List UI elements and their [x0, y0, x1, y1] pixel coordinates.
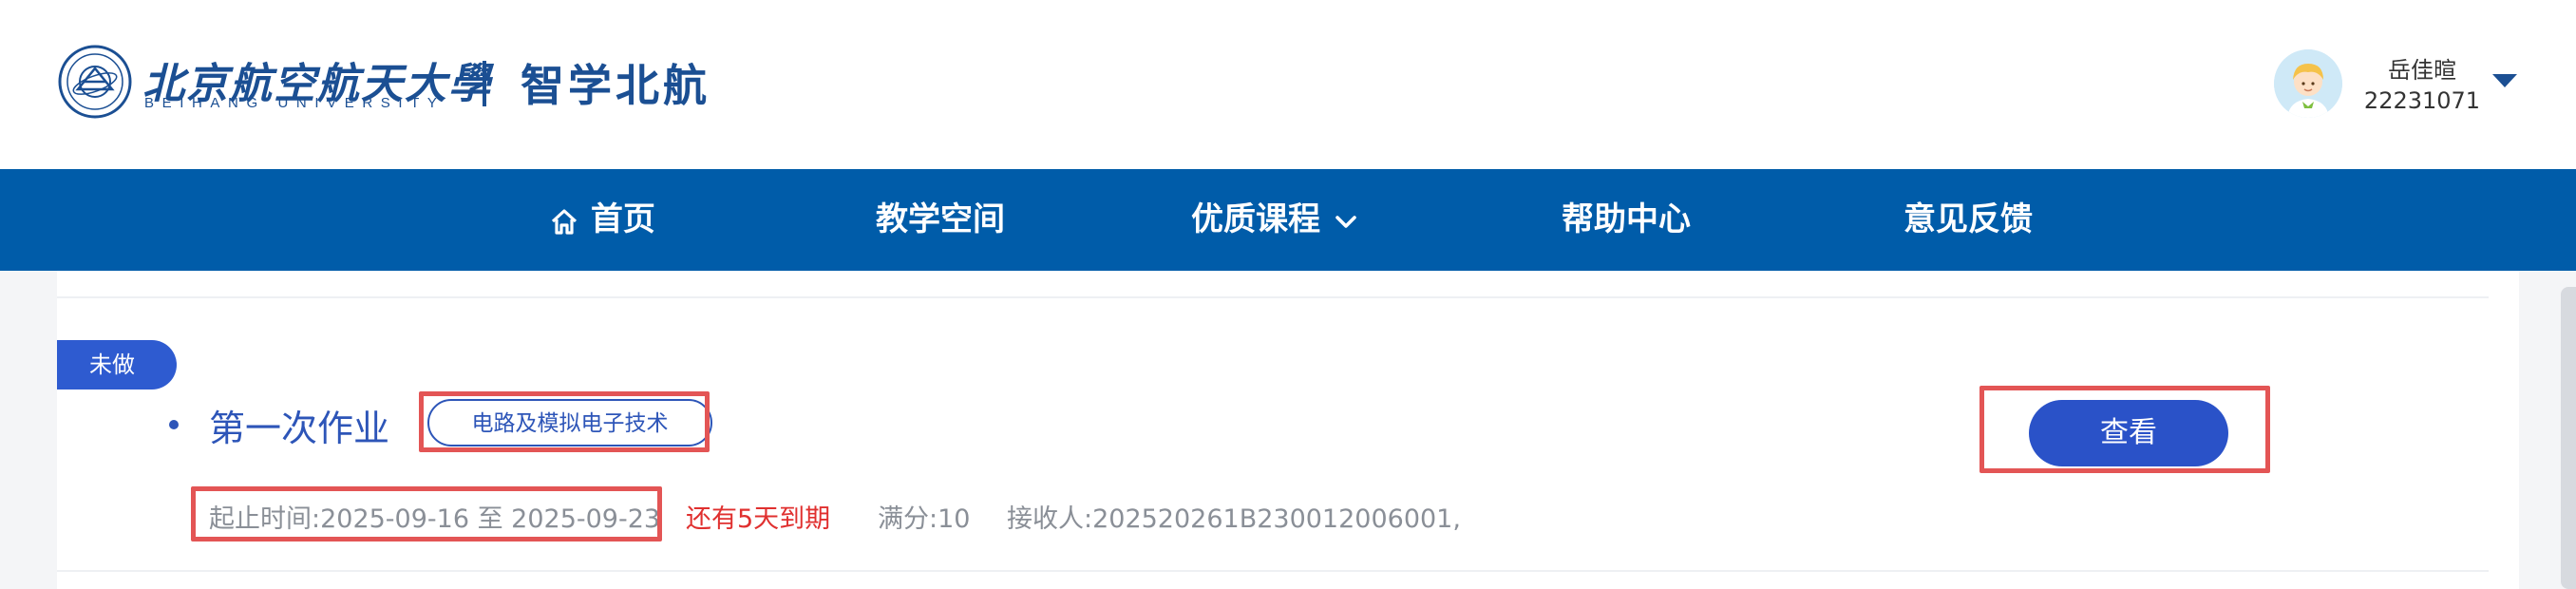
university-seal-icon [58, 45, 132, 119]
user-id: 22231071 [2363, 87, 2481, 114]
chevron-down-icon [1335, 215, 1356, 228]
nav-item-home[interactable]: 首页 [549, 169, 655, 271]
main-nav: 首页 教学空间 优质课程 帮助中心 意见反馈 [0, 169, 2576, 271]
user-name: 岳佳暄 [2388, 57, 2456, 84]
user-avatar[interactable] [2274, 49, 2342, 118]
assignment-title[interactable]: 第一次作业 [209, 399, 389, 451]
due-notice: 还有5天到期 [686, 504, 831, 534]
full-score: 满分:10 [878, 504, 971, 534]
nav-item-courses[interactable]: 优质课程 [1191, 169, 1360, 271]
nav-item-feedback[interactable]: 意见反馈 [1904, 169, 2033, 271]
user-menu-caret-icon[interactable] [2491, 70, 2519, 91]
bullet-dot [169, 420, 179, 429]
status-badge: 未做 [57, 340, 177, 390]
nav-item-teaching-space[interactable]: 教学空间 [876, 169, 1005, 271]
card-divider-top [57, 296, 2489, 298]
nav-item-help[interactable]: 帮助中心 [1562, 169, 1691, 271]
home-icon [551, 208, 578, 235]
nav-courses-label: 优质课程 [1191, 200, 1320, 238]
site-name[interactable]: 智学北航 [521, 51, 710, 114]
card-divider-bottom [57, 570, 2489, 572]
avatar-illustration-icon [2274, 49, 2342, 118]
view-button[interactable]: 查看 [2029, 400, 2228, 466]
receiver: 接收人:202520261B230012006001, [1007, 504, 1461, 534]
nav-home-label: 首页 [590, 200, 655, 238]
scrollbar[interactable] [2561, 287, 2576, 589]
site-header: 北京航空航天大學 BEIHANG UNIVERSITY 智学北航 岳佳暄 222… [0, 0, 2576, 169]
assignment-time-range: 起止时间:2025-09-16 至 2025-09-23 [209, 504, 661, 534]
logo-divider [483, 61, 486, 106]
university-name-en: BEIHANG UNIVERSITY [144, 95, 445, 111]
course-tag: 电路及模拟电子技术 [427, 399, 712, 446]
